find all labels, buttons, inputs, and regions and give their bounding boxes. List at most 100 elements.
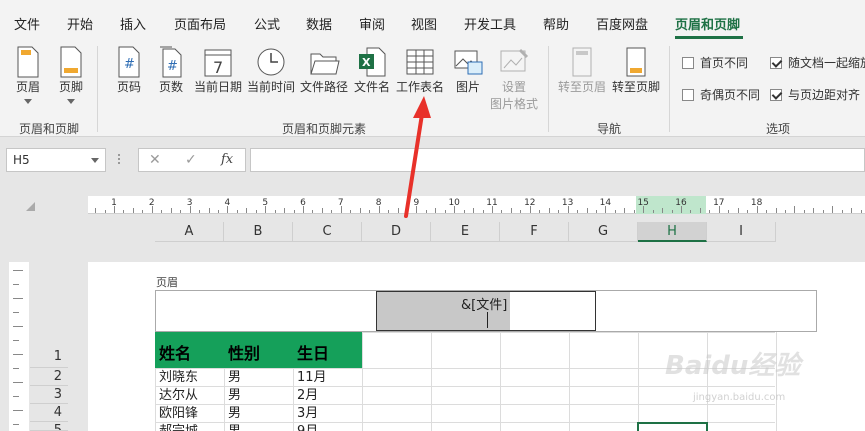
table-cell[interactable]: 郝宗城 [155,423,224,431]
ruler-tick [161,210,163,213]
enter-icon[interactable]: ✓ [185,152,197,168]
ruler-tick [13,270,23,271]
table-header-cell[interactable]: 生日 [293,332,362,368]
group-divider [548,46,549,132]
ruler-tick [255,210,257,213]
table-cell[interactable]: 达尔从 [155,387,224,404]
select-all-corner[interactable] [26,202,35,211]
table-cell[interactable]: 男 [224,387,293,404]
ruler-tick [539,210,541,213]
current-time-label: 当前时间 [246,80,295,94]
ruler-number: 4 [224,198,231,208]
ruler-number: 13 [561,198,574,208]
table-cell[interactable]: 男 [224,369,293,386]
goto-footer-button[interactable]: 转至页脚 [611,46,661,95]
first-page-different-checkbox[interactable]: 首页不同 [682,54,748,71]
ruler-tick [142,210,144,213]
svg-text:#: # [124,57,135,72]
row-header-5[interactable]: 5 [30,422,68,431]
format-picture-button[interactable]: 设置 图片格式 [489,46,539,112]
tab-page-layout[interactable]: 页面布局 [174,14,226,33]
ruler-number: 2 [148,198,155,208]
ruler-tick [13,298,23,299]
chevron-down-icon[interactable] [91,158,99,163]
sheet-name-button[interactable]: 工作表名 [395,46,445,95]
table-header-cell[interactable]: 姓名 [155,332,224,368]
ruler-tick [199,210,201,213]
table-cell[interactable]: 欧阳锋 [155,405,224,422]
row-header-2[interactable]: 2 [30,368,68,386]
tab-data[interactable]: 数据 [306,14,332,33]
tab-header-footer[interactable]: 页眉和页脚 [675,14,740,33]
column-header-d[interactable]: D [362,222,431,242]
current-time-button[interactable]: 当前时间 [246,46,296,95]
insert-function-icon[interactable]: fx [221,152,233,167]
column-header-i[interactable]: I [707,222,776,242]
column-header-a[interactable]: A [155,222,224,242]
column-header-f[interactable]: F [500,222,569,242]
ruler-number: 3 [186,198,193,208]
align-with-margins-checkbox[interactable]: 与页边距对齐 [770,86,860,103]
table-cell[interactable]: 男 [224,423,293,431]
table-cell[interactable]: 2月 [293,387,362,404]
name-box[interactable]: H5 [6,148,106,172]
page-number-icon: # [118,46,140,78]
page-number-button[interactable]: # 页码 [112,46,146,95]
vertical-ruler[interactable] [9,262,29,431]
row-header-3[interactable]: 3 [30,386,68,404]
column-header-e[interactable]: E [431,222,500,242]
tab-file[interactable]: 文件 [14,14,40,33]
row-header-1[interactable]: 1 [30,332,68,368]
header-button[interactable]: 页眉 [10,46,46,105]
current-date-button[interactable]: 7 当前日期 [193,46,243,95]
ruler-tick [397,208,399,213]
tab-insert[interactable]: 插入 [120,14,146,33]
tab-developer[interactable]: 开发工具 [464,14,516,33]
scale-with-document-checkbox[interactable]: 随文档一起缩放 [770,54,865,71]
table-cell[interactable]: 男 [224,405,293,422]
horizontal-ruler[interactable]: 1 2 3 4 5 6 7 8 9 10 11 12 13 14 15 16 17 18 [88,196,865,214]
table-cell[interactable]: 11月 [293,369,362,386]
header-center-text[interactable]: &[文件] [461,294,507,313]
table-header-cell[interactable]: 性别 [224,332,293,368]
column-header-c[interactable]: C [293,222,362,242]
header-area[interactable]: &[文件] [155,290,817,332]
odd-even-different-checkbox[interactable]: 奇偶页不同 [682,86,760,103]
active-cell-h5[interactable] [637,422,708,431]
table-cell[interactable]: 3月 [293,405,362,422]
column-header-h[interactable]: H [638,222,707,242]
scale-with-document-label: 随文档一起缩放 [788,56,865,70]
tab-review[interactable]: 审阅 [359,14,385,33]
tab-help[interactable]: 帮助 [543,14,569,33]
row-header-4[interactable]: 4 [30,404,68,422]
picture-button[interactable]: 图片 [451,46,485,95]
goto-header-button[interactable]: 转至页眉 [557,46,607,95]
ruler-tick [548,208,550,213]
ribbon: 页眉 页脚 页眉和页脚 # 页码 # 页数 7 当前日期 当前时间 文件路径 X… [0,42,865,137]
sheet-grid-icon [406,49,434,75]
file-path-button[interactable]: 文件路径 [299,46,349,95]
column-header-b[interactable]: B [224,222,293,242]
ruler-tick [510,208,512,213]
ruler-tick [170,208,172,213]
tab-formulas[interactable]: 公式 [254,14,280,33]
format-picture-label-1: 设置 [501,80,526,94]
goto-footer-icon [626,47,646,77]
ruler-tick [851,208,853,213]
column-header-g[interactable]: G [569,222,638,242]
tab-view[interactable]: 视图 [411,14,437,33]
tab-baidu-netdisk[interactable]: 百度网盘 [596,14,648,33]
table-cell[interactable]: 刘晓东 [155,369,224,386]
page-count-button[interactable]: # 页数 [154,46,188,95]
table-cell[interactable]: 9月 [293,423,362,431]
tab-home[interactable]: 开始 [67,14,93,33]
formula-input[interactable] [250,148,865,172]
file-name-button[interactable]: X 文件名 [352,46,392,95]
cancel-icon[interactable]: ✕ [149,152,161,168]
group-label-navigation: 导航 [597,122,622,136]
ruler-tick [388,210,390,213]
drag-handle[interactable] [118,152,122,168]
footer-button[interactable]: 页脚 [53,46,89,105]
header-center-section[interactable]: &[文件] [376,291,596,331]
ruler-tick [13,382,23,383]
